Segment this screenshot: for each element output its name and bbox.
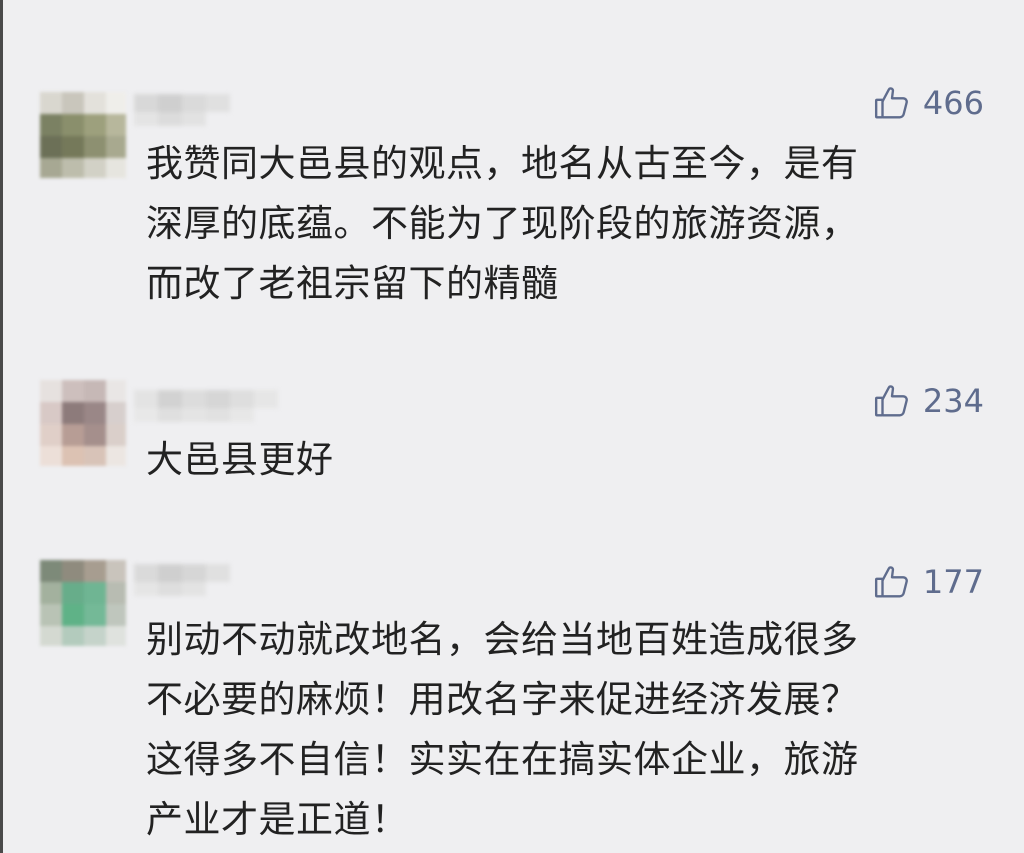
avatar[interactable]	[40, 380, 126, 466]
nickname-blurred[interactable]	[134, 386, 284, 422]
comment-text: 大邑县更好	[146, 438, 334, 481]
nickname-blurred[interactable]	[134, 90, 230, 126]
like-button[interactable]: 177	[873, 563, 984, 601]
comment-text: 别动不动就改地名，会给当地百姓造成很多 不必要的麻烦！用改名字来促进经济发展？ …	[146, 618, 859, 841]
window-edge	[0, 0, 3, 853]
nickname-blurred[interactable]	[134, 560, 230, 596]
comment-text: 我赞同大邑县的观点，地名从古至今，是有 深厚的底蕴。不能为了现阶段的旅游资源， …	[146, 142, 859, 305]
thumbs-up-icon	[873, 563, 911, 601]
like-button[interactable]: 466	[873, 84, 984, 122]
like-count: 177	[922, 563, 984, 601]
avatar[interactable]	[40, 92, 126, 178]
thumbs-up-icon	[873, 84, 911, 122]
like-count: 234	[922, 382, 984, 420]
like-button[interactable]: 234	[873, 382, 984, 420]
thumbs-up-icon	[873, 382, 911, 420]
like-count: 466	[922, 84, 984, 122]
avatar[interactable]	[40, 560, 126, 646]
